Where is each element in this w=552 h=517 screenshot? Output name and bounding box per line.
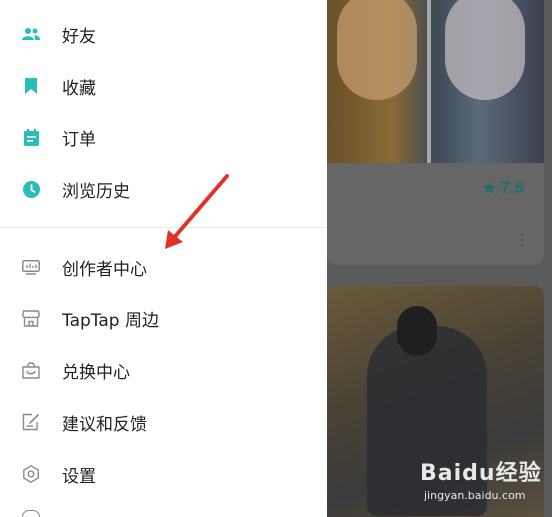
shopping-bag-icon [22,361,40,379]
bookmark-icon [22,77,40,95]
game-card[interactable]: ★ 7.5 ⋮ [327,0,544,265]
drawer-item-creator-center[interactable]: 创作者中心 [0,241,327,293]
drawer-item-label: 兑换中心 [62,362,130,383]
clock-icon [22,180,40,198]
order-icon [22,128,40,146]
drawer-item-label: 订单 [62,129,96,150]
drawer-item-label: 好友 [62,26,96,47]
next-item-icon-partial [22,510,40,517]
drawer-item-feedback[interactable]: 建议和反馈 [0,396,327,448]
drawer-item-label: 浏览历史 [62,181,130,202]
drawer-item-orders[interactable]: 订单 [0,111,327,163]
more-options-icon[interactable]: ⋮ [514,232,530,248]
baidu-watermark: Baidu经验 jingyan.baidu.com [420,461,542,502]
feedback-edit-icon [22,413,40,431]
drawer-item-history[interactable]: 浏览历史 [0,163,327,215]
drawer-item-label: TapTap 周边 [62,310,159,331]
drawer-item-settings[interactable]: 设置 [0,448,327,500]
drawer-item-redeem-center[interactable]: 兑换中心 [0,344,327,396]
friends-icon [22,25,40,43]
divider [0,227,327,228]
rating-score: ★ 7.5 [482,178,524,197]
drawer-item-label: 设置 [62,466,96,487]
drawer-item-label: 收藏 [62,78,96,99]
drawer-item-label: 创作者中心 [62,259,147,280]
creator-center-icon [22,258,40,276]
drawer-item-friends[interactable]: 好友 [0,8,327,60]
drawer-item-favorites[interactable]: 收藏 [0,60,327,112]
store-icon [22,309,40,327]
drawer-item-taptap-merch[interactable]: TapTap 周边 [0,292,327,344]
side-drawer: 好友 收藏 订单 浏览历史 创作者中心 TapTap 周边 兑换中心 建议和反馈… [0,0,327,517]
star-icon: ★ [482,180,497,197]
settings-icon [22,465,40,483]
drawer-item-label: 建议和反馈 [62,414,147,435]
game-cover-image [327,0,544,163]
